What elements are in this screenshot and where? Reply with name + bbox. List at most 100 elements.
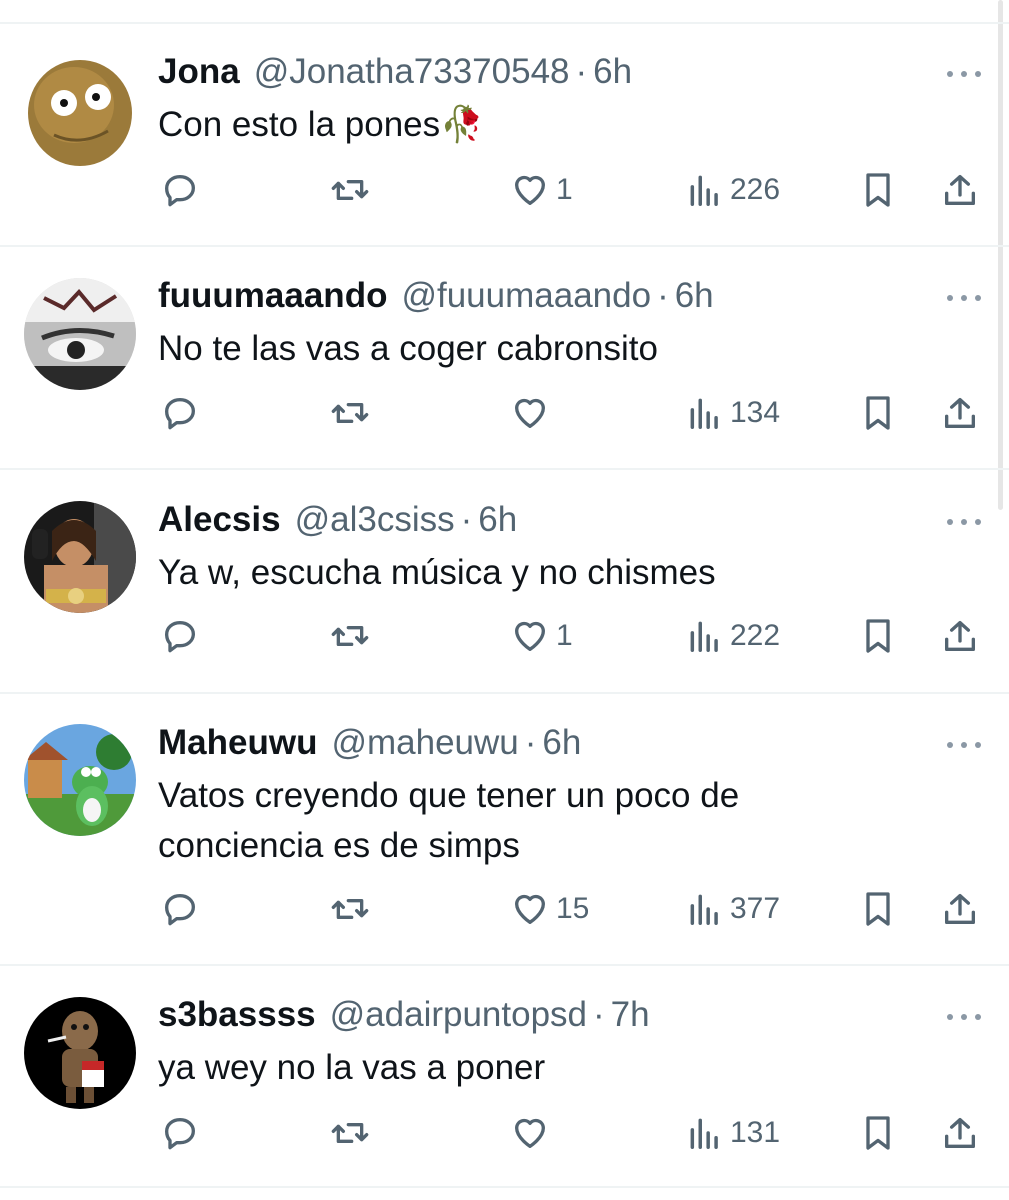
avatar[interactable] [24, 55, 136, 167]
views-icon [690, 894, 718, 925]
author-name[interactable]: fuuumaaando [158, 276, 387, 316]
author-name[interactable]: Alecsis [158, 500, 281, 540]
bookmark-button[interactable] [858, 616, 898, 656]
share-icon [945, 1118, 975, 1148]
views-button[interactable]: 134 [686, 393, 780, 433]
share-icon [945, 175, 975, 205]
reply-button[interactable] [160, 393, 200, 433]
share-icon [945, 621, 975, 651]
views-icon [690, 175, 718, 206]
retweet-button[interactable] [330, 1113, 370, 1153]
separator: · [460, 500, 473, 539]
author-name[interactable]: s3bassss [158, 995, 316, 1035]
share-button[interactable] [940, 889, 980, 929]
bookmark-button[interactable] [858, 393, 898, 433]
separator: · [593, 995, 605, 1034]
like-button[interactable]: 1 [510, 170, 573, 210]
avatar[interactable] [24, 724, 136, 836]
divider [0, 1186, 1009, 1188]
reply-icon [165, 894, 195, 926]
reply-icon [165, 621, 195, 653]
tweet-text: No te las vas a coger cabronsito [158, 329, 658, 368]
reply-button[interactable] [160, 889, 200, 929]
divider [0, 964, 1009, 966]
divider [0, 22, 1009, 24]
author-name[interactable]: Maheuwu [158, 723, 317, 763]
like-button[interactable] [510, 393, 556, 433]
avatar[interactable] [24, 278, 136, 390]
like-count: 1 [556, 619, 573, 652]
share-button[interactable] [940, 616, 980, 656]
views-icon [690, 621, 718, 652]
reply-button[interactable] [160, 616, 200, 656]
bookmark-button[interactable] [858, 1113, 898, 1153]
author-handle[interactable]: @maheuwu [331, 723, 518, 763]
reply-feed: Jona @Jonatha73370548 · 6h Con esto la p… [0, 0, 1009, 1200]
share-button[interactable] [940, 1113, 980, 1153]
retweet-icon [331, 180, 369, 200]
author-handle[interactable]: @adairpuntopsd [330, 995, 587, 1035]
share-icon [945, 894, 975, 924]
views-button[interactable]: 377 [686, 889, 780, 929]
view-count: 377 [730, 892, 781, 925]
tweet-text: Vatos creyendo que tener un poco de conc… [158, 771, 739, 871]
retweet-button[interactable] [330, 889, 370, 929]
reply-icon [165, 398, 195, 430]
like-button[interactable] [510, 1113, 556, 1153]
like-count: 1 [556, 173, 573, 206]
more-icon[interactable] [944, 1007, 984, 1027]
timestamp[interactable]: 6h [593, 52, 632, 92]
share-button[interactable] [940, 170, 980, 210]
like-button[interactable]: 15 [510, 889, 589, 929]
author-handle[interactable]: @Jonatha73370548 [254, 52, 570, 92]
views-icon [690, 1118, 718, 1149]
separator: · [575, 52, 588, 91]
reply-button[interactable] [160, 170, 200, 210]
avatar[interactable] [24, 501, 136, 613]
like-count: 15 [556, 892, 590, 925]
tweet-text: Con esto la pones🥀 [158, 105, 484, 144]
bookmark-icon [866, 1116, 890, 1150]
tweet-text: ya wey no la vas a poner [158, 1048, 546, 1087]
tweet-text-line: conciencia es de simps [158, 826, 520, 865]
view-count: 226 [730, 173, 781, 206]
avatar[interactable] [24, 997, 136, 1109]
author-handle[interactable]: @fuuumaaando [401, 276, 651, 316]
views-button[interactable]: 131 [686, 1113, 780, 1153]
views-button[interactable]: 226 [686, 170, 780, 210]
tweet-text: Ya w, escucha música y no chismes [158, 553, 716, 592]
timestamp[interactable]: 7h [611, 995, 650, 1035]
bookmark-icon [866, 396, 890, 430]
timestamp[interactable]: 6h [675, 276, 714, 316]
retweet-button[interactable] [330, 393, 370, 433]
more-icon[interactable] [944, 64, 984, 84]
like-button[interactable]: 1 [510, 616, 573, 656]
retweet-icon [331, 899, 369, 919]
heart-icon [515, 1118, 545, 1148]
more-icon[interactable] [944, 288, 984, 308]
reply-icon [165, 175, 195, 207]
share-icon [945, 398, 975, 428]
author-name[interactable]: Jona [158, 52, 240, 92]
bookmark-button[interactable] [858, 170, 898, 210]
views-icon [690, 398, 718, 429]
timestamp[interactable]: 6h [542, 723, 581, 763]
heart-icon [515, 894, 545, 924]
heart-icon [515, 175, 545, 205]
author-handle[interactable]: @al3csiss [295, 500, 455, 540]
view-count: 134 [730, 396, 781, 429]
retweet-icon [331, 403, 369, 423]
bookmark-button[interactable] [858, 889, 898, 929]
bookmark-icon [866, 892, 890, 926]
timestamp[interactable]: 6h [478, 500, 517, 540]
retweet-button[interactable] [330, 616, 370, 656]
more-icon[interactable] [944, 512, 984, 532]
retweet-button[interactable] [330, 170, 370, 210]
separator: · [524, 723, 537, 762]
reply-button[interactable] [160, 1113, 200, 1153]
share-button[interactable] [940, 393, 980, 433]
more-icon[interactable] [944, 735, 984, 755]
scrollbar[interactable] [998, 0, 1003, 510]
bookmark-icon [866, 173, 890, 207]
views-button[interactable]: 222 [686, 616, 780, 656]
